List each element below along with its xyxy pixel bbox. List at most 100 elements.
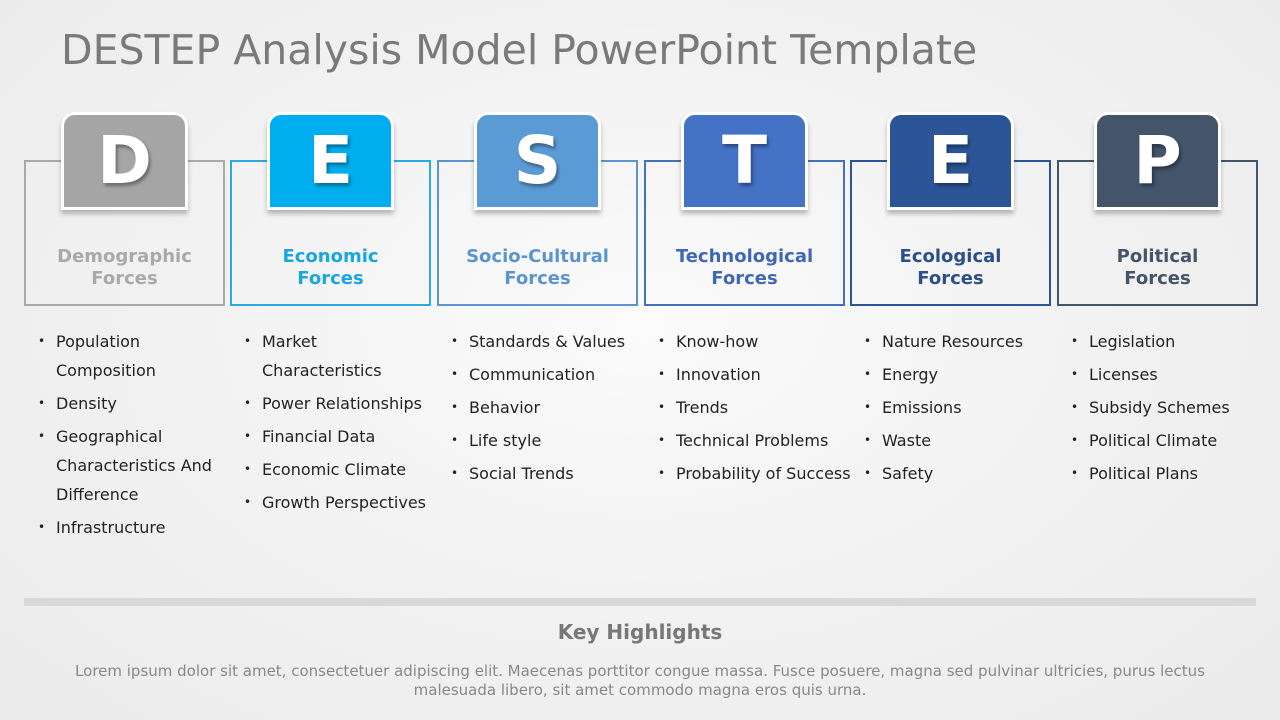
bullet-icon: •	[244, 396, 252, 410]
bullet-item: • Social Trends	[437, 459, 647, 488]
bullet-icon: •	[451, 466, 459, 480]
bullet-text: Standards & Values	[469, 332, 626, 351]
bullet-text: Power Relationships	[262, 394, 423, 413]
bullet-text: Density	[56, 394, 117, 413]
key-highlights-body: Lorem ipsum dolor sit amet, consectetuer…	[75, 662, 1205, 699]
bullet-icon: •	[1071, 400, 1079, 414]
heading-line1: Socio-Cultural	[466, 246, 609, 267]
bullet-icon: •	[658, 466, 666, 480]
bullet-item: • Energy	[850, 360, 1060, 389]
bullet-icon: •	[1071, 433, 1079, 447]
column-heading: Socio-Cultural Forces	[437, 246, 638, 290]
bullet-icon: •	[864, 367, 872, 381]
bullet-text: Probability of Success	[676, 464, 851, 483]
bullet-text: Emissions	[882, 398, 962, 417]
bullet-item: • Standards & Values	[437, 327, 647, 356]
bullet-text: Licenses	[1089, 365, 1158, 384]
bullet-text: Political Climate	[1089, 431, 1218, 450]
bullet-item: • Growth Perspectives	[230, 488, 440, 517]
bullet-item: • Political Climate	[1057, 426, 1267, 455]
bullet-icon: •	[38, 520, 46, 534]
bullet-item: • Innovation	[644, 360, 854, 389]
letter-tile: E	[267, 112, 394, 210]
column-heading: Technological Forces	[644, 246, 845, 290]
bullet-icon: •	[864, 466, 872, 480]
bullet-text: Economic Climate	[262, 460, 407, 479]
bullet-text: Safety	[882, 464, 934, 483]
letter: E	[927, 122, 974, 199]
bullet-item: • Know-how	[644, 327, 854, 356]
bullet-text: Geographical Characteristics And Differe…	[56, 427, 212, 504]
bullet-icon: •	[451, 433, 459, 447]
bullet-item: • Trends	[644, 393, 854, 422]
bullet-icon: •	[244, 462, 252, 476]
bullet-icon: •	[38, 334, 46, 348]
section-divider	[24, 598, 1256, 606]
bullet-item: • Political Plans	[1057, 459, 1267, 488]
bullet-item: • Waste	[850, 426, 1060, 455]
bullet-icon: •	[451, 367, 459, 381]
bullet-text: Technical Problems	[676, 431, 829, 450]
bullet-text: Know-how	[676, 332, 759, 351]
bullet-list: • Legislation • Licenses • Subsidy Schemes • Po…	[1057, 327, 1267, 492]
letter: P	[1133, 122, 1182, 199]
letter: D	[97, 122, 152, 199]
bullet-icon: •	[864, 334, 872, 348]
bullet-list: • Nature Resources • Energy • Emissions • Waste…	[850, 327, 1060, 492]
bullet-icon: •	[244, 429, 252, 443]
column-heading: Economic Forces	[230, 246, 431, 290]
bullet-text: Behavior	[469, 398, 541, 417]
letter-tile: S	[474, 112, 601, 210]
bullet-icon: •	[1071, 466, 1079, 480]
bullet-text: Political Plans	[1089, 464, 1198, 483]
bullet-icon: •	[658, 400, 666, 414]
bullet-item: • Population Composition	[24, 327, 234, 385]
heading-line2: Forces	[91, 268, 158, 289]
bullet-text: Waste	[882, 431, 932, 450]
letter: E	[307, 122, 354, 199]
heading-line1: Ecological	[899, 246, 1002, 267]
bullet-icon: •	[1071, 367, 1079, 381]
bullet-icon: •	[451, 400, 459, 414]
letter: T	[721, 122, 768, 199]
heading-line2: Forces	[917, 268, 984, 289]
bullet-list: • Know-how • Innovation • Trends • Technical Pr…	[644, 327, 854, 492]
bullet-icon: •	[658, 367, 666, 381]
letter: S	[513, 122, 562, 199]
bullet-item: • Licenses	[1057, 360, 1267, 389]
bullet-item: • Infrastructure	[24, 513, 234, 542]
bullet-item: • Probability of Success	[644, 459, 854, 488]
bullet-text: Communication	[469, 365, 596, 384]
bullet-text: Infrastructure	[56, 518, 166, 537]
bullet-text: Growth Perspectives	[262, 493, 426, 512]
letter-tile: T	[681, 112, 808, 210]
bullet-text: Trends	[676, 398, 729, 417]
bullet-text: Nature Resources	[882, 332, 1024, 351]
bullet-icon: •	[864, 433, 872, 447]
bullet-item: • Geographical Characteristics And Differ…	[24, 422, 234, 509]
bullet-text: Financial Data	[262, 427, 376, 446]
bullet-icon: •	[244, 495, 252, 509]
bullet-icon: •	[38, 396, 46, 410]
heading-line2: Forces	[504, 268, 571, 289]
destep-columns: D Demographic Forces • Population Composi…	[0, 0, 1280, 600]
bullet-icon: •	[38, 429, 46, 443]
bullet-list: • Population Composition • Density • Geograph…	[24, 327, 234, 546]
letter-tile: E	[887, 112, 1014, 210]
bullet-item: • Power Relationships	[230, 389, 440, 418]
bullet-item: • Behavior	[437, 393, 647, 422]
bullet-item: • Technical Problems	[644, 426, 854, 455]
bullet-icon: •	[244, 334, 252, 348]
heading-line2: Forces	[297, 268, 364, 289]
heading-line1: Political	[1116, 246, 1199, 267]
heading-line1: Demographic	[57, 246, 192, 267]
bullet-text: Life style	[469, 431, 542, 450]
bullet-list: • Market Characteristics • Power Relationsh…	[230, 327, 440, 521]
column-heading: Ecological Forces	[850, 246, 1051, 290]
heading-line1: Technological	[675, 246, 814, 267]
column-heading: Political Forces	[1057, 246, 1258, 290]
bullet-item: • Safety	[850, 459, 1060, 488]
letter-tile: D	[61, 112, 188, 210]
key-highlights-title: Key Highlights	[557, 620, 723, 644]
heading-line2: Forces	[1124, 268, 1191, 289]
